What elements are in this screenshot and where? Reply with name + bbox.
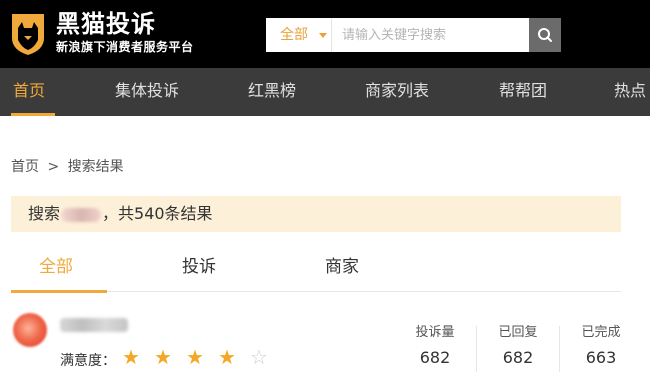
nav-item-ranking[interactable]: 红黑榜 <box>248 68 296 116</box>
nav-item-merchant-list[interactable]: 商家列表 <box>365 68 429 116</box>
stat-value: 663 <box>585 348 617 367</box>
merchant-name-blurred[interactable] <box>60 318 128 332</box>
tab-active-indicator <box>11 290 107 293</box>
site-header: 黑猫投诉 新浪旗下消费者服务平台 全部 <box>0 0 650 68</box>
stat-value: 682 <box>502 348 534 367</box>
rating-stars: ★ ★ ★ ★ ☆ <box>122 347 282 368</box>
stat-replied: 已回复 682 <box>478 324 558 370</box>
result-tabs: 全部 投诉 商家 <box>11 240 621 292</box>
rating-label: 满意度： <box>60 353 116 369</box>
stat-value: 682 <box>419 348 451 367</box>
breadcrumb: 首页 > 搜索结果 <box>11 156 128 176</box>
star-filled-icon: ★ <box>186 345 204 369</box>
merchant-avatar[interactable] <box>13 313 47 347</box>
stat-completed: 已完成 663 <box>561 324 641 370</box>
search-button[interactable] <box>529 18 561 52</box>
black-cat-logo-icon[interactable] <box>10 10 46 56</box>
tab-merchants[interactable]: 商家 <box>325 252 359 277</box>
nav-item-help-group[interactable]: 帮帮团 <box>499 68 547 116</box>
stat-label: 投诉量 <box>415 325 455 340</box>
stat-label: 已完成 <box>581 325 621 340</box>
stat-divider <box>476 326 477 372</box>
breadcrumb-home[interactable]: 首页 <box>11 159 39 175</box>
stat-label: 已回复 <box>498 325 538 340</box>
search-scope-label: 全部 <box>280 27 308 43</box>
breadcrumb-separator: > <box>47 159 60 175</box>
brand-subtitle: 新浪旗下消费者服务平台 <box>56 40 194 54</box>
stat-complaint-count: 投诉量 682 <box>395 324 475 370</box>
search-result-summary: 搜索 ，共540条结果 <box>11 196 621 232</box>
result-count: ，共540条结果 <box>102 204 213 223</box>
blurred-keyword <box>61 207 102 222</box>
caret-down-icon <box>319 33 327 38</box>
star-empty-icon: ☆ <box>250 345 268 369</box>
tab-all[interactable]: 全部 <box>39 252 73 277</box>
breadcrumb-current: 搜索结果 <box>67 159 124 175</box>
search-input[interactable] <box>332 18 527 52</box>
search-bar: 全部 <box>266 18 561 52</box>
nav-active-indicator <box>11 113 55 116</box>
brand-title[interactable]: 黑猫投诉 <box>56 12 156 36</box>
nav-item-group-complaints[interactable]: 集体投诉 <box>115 68 179 116</box>
nav-item-home[interactable]: 首页 <box>13 68 45 116</box>
star-filled-icon: ★ <box>218 345 236 369</box>
star-filled-icon: ★ <box>154 345 172 369</box>
star-filled-icon: ★ <box>122 345 140 369</box>
main-nav: 首页 集体投诉 红黑榜 商家列表 帮帮团 热点 <box>0 68 650 116</box>
result-prefix: 搜索 <box>28 204 61 223</box>
tab-complaints[interactable]: 投诉 <box>182 252 216 277</box>
stat-divider <box>559 326 560 372</box>
nav-item-hot[interactable]: 热点 <box>614 68 646 116</box>
search-scope-dropdown[interactable]: 全部 <box>266 18 332 52</box>
search-icon <box>538 28 552 42</box>
